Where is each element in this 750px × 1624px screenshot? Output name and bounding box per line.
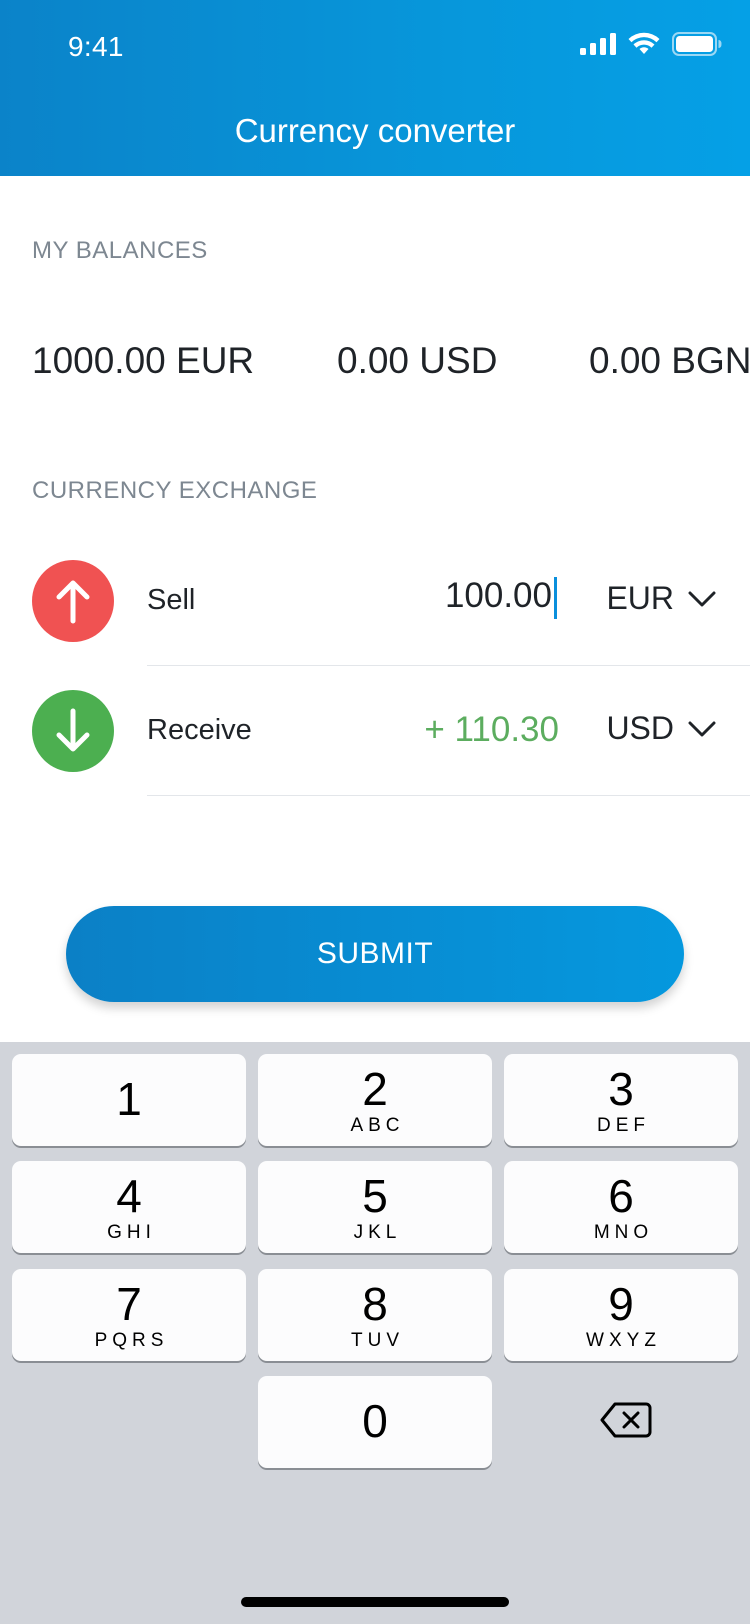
receive-currency-select[interactable]: USD bbox=[606, 710, 716, 747]
home-indicator bbox=[241, 1597, 509, 1607]
balance-item: 1000.00 EUR bbox=[32, 340, 255, 381]
sell-arrow-up-icon bbox=[32, 560, 114, 642]
receive-row: Receive + 110.30 USD bbox=[0, 666, 750, 796]
sell-row: Sell 100.00 EUR bbox=[0, 536, 750, 666]
cellular-signal-icon bbox=[580, 33, 616, 55]
receive-arrow-down-icon bbox=[32, 690, 114, 772]
app-header: 9:41 Currency converter bbox=[0, 0, 750, 176]
sell-currency-select[interactable]: EUR bbox=[606, 580, 716, 617]
battery-icon bbox=[672, 32, 722, 56]
status-icons bbox=[580, 32, 722, 56]
backspace-key[interactable] bbox=[600, 1401, 652, 1444]
sell-amount-value: 100.00 bbox=[444, 576, 552, 615]
key-9[interactable]: 9 WXYZ bbox=[504, 1269, 738, 1361]
chevron-down-icon bbox=[688, 591, 716, 606]
receive-amount: + 110.30 bbox=[424, 710, 559, 749]
key-1[interactable]: 1 bbox=[12, 1054, 246, 1146]
balance-item: 0.00 USD bbox=[337, 340, 498, 381]
status-time: 9:41 bbox=[68, 31, 124, 62]
receive-label: Receive bbox=[147, 714, 252, 746]
backspace-icon bbox=[600, 1402, 652, 1438]
submit-button[interactable]: SUBMIT bbox=[66, 906, 684, 1002]
divider bbox=[147, 795, 750, 796]
key-4[interactable]: 4 GHI bbox=[12, 1161, 246, 1253]
text-cursor bbox=[554, 576, 557, 619]
key-0[interactable]: 0 bbox=[258, 1376, 492, 1468]
chevron-down-icon bbox=[688, 721, 716, 736]
exchange-section-label: CURRENCY EXCHANGE bbox=[32, 477, 318, 504]
key-7[interactable]: 7 PQRS bbox=[12, 1269, 246, 1361]
sell-currency-value: EUR bbox=[606, 580, 674, 616]
balances-carousel[interactable]: 1000.00 EUR 0.00 USD 0.00 BGN bbox=[0, 330, 750, 400]
key-6[interactable]: 6 MNO bbox=[504, 1161, 738, 1253]
key-8[interactable]: 8 TUV bbox=[258, 1269, 492, 1361]
sell-label: Sell bbox=[147, 584, 196, 616]
key-5[interactable]: 5 JKL bbox=[258, 1161, 492, 1253]
page-title: Currency converter bbox=[234, 112, 516, 149]
sell-amount-input[interactable]: 100.00 bbox=[445, 576, 557, 619]
balances-section-label: MY BALANCES bbox=[32, 237, 208, 264]
balance-item: 0.00 BGN bbox=[589, 340, 750, 381]
wifi-icon bbox=[628, 32, 660, 54]
key-2[interactable]: 2 ABC bbox=[258, 1054, 492, 1146]
key-3[interactable]: 3 DEF bbox=[504, 1054, 738, 1146]
receive-currency-value: USD bbox=[606, 710, 674, 746]
